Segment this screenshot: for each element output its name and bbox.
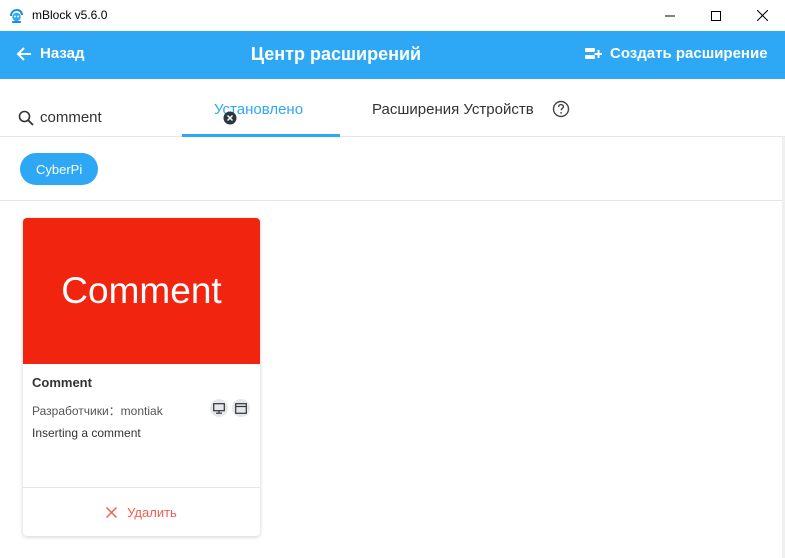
title-bar: mBlock v5.6.0 xyxy=(0,0,785,31)
create-extension-button[interactable]: Создать расширение xyxy=(585,45,768,62)
create-extension-label: Создать расширение xyxy=(610,45,768,62)
remove-extension-button[interactable]: Удалить xyxy=(23,488,260,536)
extension-banner: Comment xyxy=(23,218,260,364)
extension-developer: Разработчики：montiak xyxy=(32,404,163,418)
mblock-logo-icon xyxy=(10,9,23,23)
tab-device-extensions[interactable]: Расширения Устройств xyxy=(372,101,534,118)
extension-card[interactable]: Comment Comment Разработчики：montiak Ins… xyxy=(23,218,260,536)
remove-extension-label: Удалить xyxy=(127,504,177,520)
page-title: Центр расширений xyxy=(250,44,422,64)
close-window-button[interactable] xyxy=(739,0,785,31)
browser-window-icon xyxy=(235,402,247,414)
extension-center-header: Назад Центр расширений Создать расширени… xyxy=(0,31,785,79)
search-and-tabs-bar: Установлено Расширения Устройств xyxy=(0,79,785,137)
search-box[interactable] xyxy=(18,109,170,126)
question-icon[interactable] xyxy=(552,100,570,118)
platform-web-badge xyxy=(232,399,250,417)
platform-pc-badge xyxy=(210,399,228,417)
extension-description: Inserting a comment xyxy=(32,426,141,440)
maximize-icon xyxy=(711,10,721,21)
minimize-icon xyxy=(665,15,675,16)
clear-search-icon[interactable] xyxy=(223,111,237,125)
search-icon xyxy=(18,110,34,126)
maximize-button[interactable] xyxy=(693,0,739,31)
close-icon xyxy=(106,506,118,518)
monitor-icon xyxy=(213,402,225,414)
window-title: mBlock v5.6.0 xyxy=(32,8,108,22)
create-extension-icon xyxy=(585,47,602,59)
close-icon xyxy=(756,10,768,21)
minimize-button[interactable] xyxy=(647,0,693,31)
extension-title: Comment xyxy=(32,375,92,390)
chip-cyberpi[interactable]: CyberPi xyxy=(20,153,99,185)
device-filter-bar: CyberPi xyxy=(0,137,785,201)
search-input[interactable] xyxy=(40,109,170,126)
